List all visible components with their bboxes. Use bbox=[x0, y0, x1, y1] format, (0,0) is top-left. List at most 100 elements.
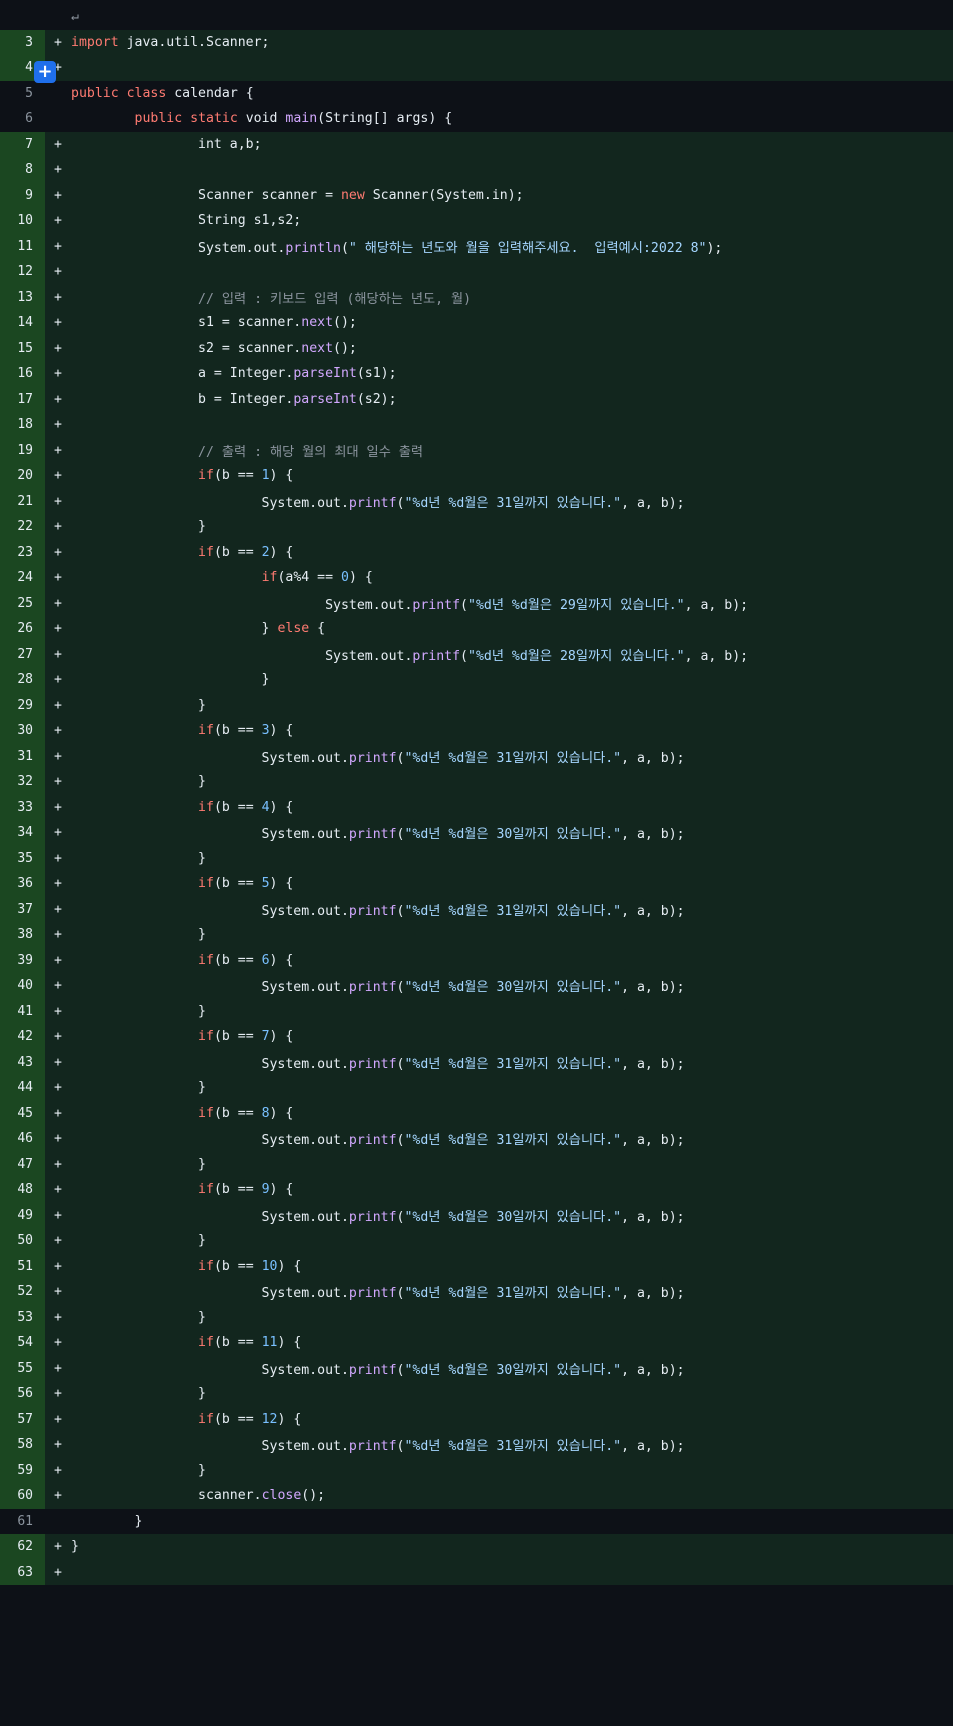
code-token: "%d년 %d월은 31일까지 있습니다." bbox=[404, 1133, 622, 1149]
hunk-expander-row[interactable]: ↵ bbox=[0, 4, 953, 30]
line-number[interactable]: 3 bbox=[0, 29, 45, 55]
code-text: System.out.printf("%d년 %d월은 30일까지 있습니다."… bbox=[71, 823, 953, 842]
line-number[interactable]: 18 bbox=[0, 412, 45, 438]
line-number[interactable]: 62 bbox=[0, 1534, 45, 1560]
code-token: 8 bbox=[261, 1105, 270, 1121]
diff-line: 16 + a = Integer.parseInt(s1); bbox=[0, 361, 953, 387]
line-number[interactable]: 48 bbox=[0, 1177, 45, 1203]
line-number[interactable]: 35 bbox=[0, 845, 45, 871]
code-token: (b == bbox=[213, 468, 262, 484]
code-token: 6 bbox=[261, 952, 270, 968]
line-number[interactable]: 61 bbox=[0, 1509, 45, 1535]
code-text: } bbox=[71, 851, 953, 866]
diff-line: 46 + System.out.printf("%d년 %d월은 31일까지 있습… bbox=[0, 1126, 953, 1152]
line-number[interactable]: 33 bbox=[0, 794, 45, 820]
code-text: } bbox=[71, 1157, 953, 1172]
code-token: ) { bbox=[269, 1029, 294, 1045]
line-number[interactable]: 5 bbox=[0, 81, 45, 107]
line-number[interactable]: 39 bbox=[0, 947, 45, 973]
line-number[interactable]: 36 bbox=[0, 871, 45, 897]
diff-line: 27 + System.out.printf("%d년 %d월은 28일까지 있습… bbox=[0, 641, 953, 667]
line-number[interactable] bbox=[0, 4, 45, 30]
code-text: if(b == 1) { bbox=[71, 468, 953, 483]
line-number[interactable]: 23 bbox=[0, 539, 45, 565]
line-number[interactable]: 51 bbox=[0, 1253, 45, 1279]
line-number[interactable]: 9 bbox=[0, 182, 45, 208]
code-token: printf bbox=[348, 980, 397, 996]
code-token: (b == bbox=[213, 1411, 262, 1427]
line-number[interactable]: 57 bbox=[0, 1406, 45, 1432]
line-number[interactable]: 20 bbox=[0, 463, 45, 489]
line-number[interactable]: 10 bbox=[0, 208, 45, 234]
line-number[interactable]: 27 bbox=[0, 641, 45, 667]
line-number[interactable]: 59 bbox=[0, 1457, 45, 1483]
line-number[interactable]: 31 bbox=[0, 743, 45, 769]
line-number[interactable]: 30 bbox=[0, 718, 45, 744]
code-token: } bbox=[71, 519, 206, 535]
line-number[interactable]: 32 bbox=[0, 769, 45, 795]
line-number[interactable]: 6 bbox=[0, 106, 45, 132]
line-number[interactable]: 11 bbox=[0, 233, 45, 259]
line-number[interactable]: 56 bbox=[0, 1381, 45, 1407]
diff-line: 18 + bbox=[0, 412, 953, 438]
line-number[interactable]: 19 bbox=[0, 437, 45, 463]
line-number[interactable]: 63 bbox=[0, 1559, 45, 1585]
line-number[interactable]: 24 bbox=[0, 565, 45, 591]
code-token: parseInt bbox=[293, 391, 357, 407]
code-text: s1 = scanner.next(); bbox=[71, 315, 953, 330]
code-text: if(b == 5) { bbox=[71, 876, 953, 891]
diff-line: 42 + if(b == 7) { bbox=[0, 1024, 953, 1050]
line-number[interactable]: 49 bbox=[0, 1202, 45, 1228]
line-number[interactable]: 41 bbox=[0, 998, 45, 1024]
line-number[interactable]: 50 bbox=[0, 1228, 45, 1254]
line-number[interactable]: 13 bbox=[0, 284, 45, 310]
diff-line: 19 + // 출력 : 해당 월의 최대 일수 출력 bbox=[0, 437, 953, 463]
code-token: ) { bbox=[348, 570, 373, 586]
line-number[interactable]: 14 bbox=[0, 310, 45, 336]
line-number[interactable]: 40 bbox=[0, 973, 45, 999]
add-comment-button[interactable]: + bbox=[34, 61, 56, 83]
line-number[interactable]: 22 bbox=[0, 514, 45, 540]
line-number[interactable]: 47 bbox=[0, 1151, 45, 1177]
code-text: } bbox=[71, 519, 953, 534]
line-number[interactable]: 52 bbox=[0, 1279, 45, 1305]
code-token: if bbox=[198, 544, 214, 560]
line-number[interactable]: 60 bbox=[0, 1483, 45, 1509]
line-number[interactable]: 21 bbox=[0, 488, 45, 514]
code-token: java.util.Scanner; bbox=[118, 34, 270, 50]
line-number[interactable]: 42 bbox=[0, 1024, 45, 1050]
line-number[interactable]: 34 bbox=[0, 820, 45, 846]
line-number[interactable]: 26 bbox=[0, 616, 45, 642]
diff-marker: + bbox=[54, 519, 62, 535]
diff-line: 29 + } bbox=[0, 692, 953, 718]
line-number[interactable]: 43 bbox=[0, 1049, 45, 1075]
line-number[interactable]: 53 bbox=[0, 1304, 45, 1330]
line-number[interactable]: 54 bbox=[0, 1330, 45, 1356]
code-token: 0 bbox=[340, 570, 349, 586]
line-number[interactable]: 7 bbox=[0, 131, 45, 157]
line-number[interactable]: 37 bbox=[0, 896, 45, 922]
diff-line: 48 + if(b == 9) { bbox=[0, 1177, 953, 1203]
line-number[interactable]: 45 bbox=[0, 1100, 45, 1126]
code-token: } bbox=[71, 774, 206, 790]
line-number[interactable]: 16 bbox=[0, 361, 45, 387]
code-token: 12 bbox=[261, 1411, 278, 1427]
line-number[interactable]: 29 bbox=[0, 692, 45, 718]
diff-line: 43 + System.out.printf("%d년 %d월은 31일까지 있습… bbox=[0, 1049, 953, 1075]
line-number[interactable]: 58 bbox=[0, 1432, 45, 1458]
code-token: , a, b); bbox=[621, 1209, 685, 1225]
line-number[interactable]: 12 bbox=[0, 259, 45, 285]
line-number[interactable]: 28 bbox=[0, 667, 45, 693]
line-number[interactable]: 17 bbox=[0, 386, 45, 412]
line-number[interactable]: 46 bbox=[0, 1126, 45, 1152]
diff-line: 36 + if(b == 5) { bbox=[0, 871, 953, 897]
line-number[interactable]: 44 bbox=[0, 1075, 45, 1101]
line-number[interactable]: 15 bbox=[0, 335, 45, 361]
code-token: "%d년 %d월은 30일까지 있습니다." bbox=[404, 1362, 622, 1378]
line-number[interactable]: 25 bbox=[0, 590, 45, 616]
diff-line: 58 + System.out.printf("%d년 %d월은 31일까지 있습… bbox=[0, 1432, 953, 1458]
line-number[interactable]: 38 bbox=[0, 922, 45, 948]
line-number[interactable]: 55 bbox=[0, 1355, 45, 1381]
line-number[interactable]: 8 bbox=[0, 157, 45, 183]
